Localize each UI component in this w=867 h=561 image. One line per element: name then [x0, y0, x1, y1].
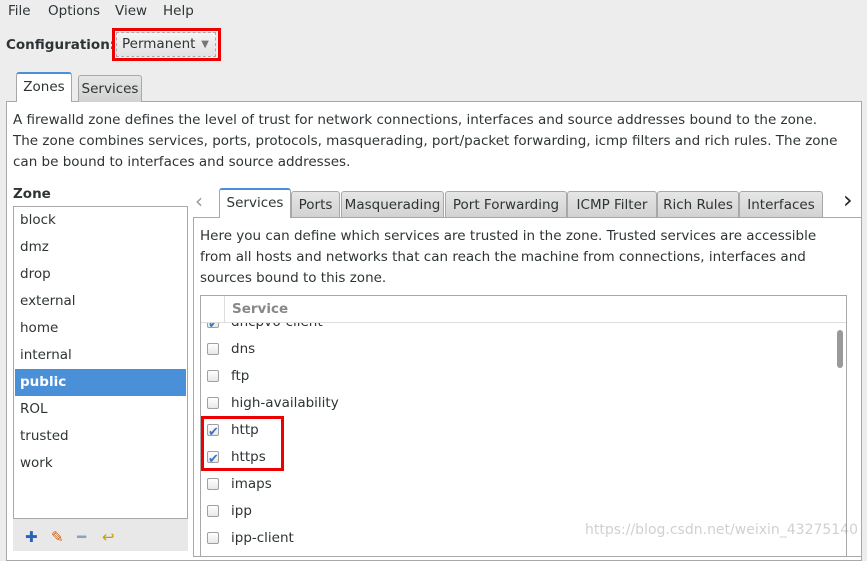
- service-name: ipp: [231, 503, 252, 519]
- zone-item-block[interactable]: block: [15, 207, 186, 234]
- menu-view[interactable]: View: [115, 3, 147, 19]
- tab-services[interactable]: Services: [78, 75, 142, 102]
- service-checkbox[interactable]: [207, 397, 219, 409]
- service-row[interactable]: ipp: [201, 498, 834, 525]
- zone-item-drop[interactable]: drop: [15, 261, 186, 288]
- service-row[interactable]: dhcpv6-client: [201, 323, 834, 338]
- tab-services[interactable]: Services: [219, 188, 291, 218]
- tab-interfaces[interactable]: Interfaces: [739, 191, 823, 217]
- edit-icon[interactable]: ✎: [51, 528, 64, 546]
- highlight-box: [112, 28, 221, 61]
- service-name: ftp: [231, 368, 250, 384]
- watermark: https://blog.csdn.net/weixin_43275140: [585, 522, 859, 538]
- service-row[interactable]: http: [201, 417, 834, 446]
- services-description: Here you can define which services are t…: [200, 228, 817, 286]
- service-name: imaps: [231, 476, 272, 492]
- service-checkbox[interactable]: [207, 478, 219, 490]
- zone-item-work[interactable]: work: [15, 450, 186, 477]
- tab-rich-rules[interactable]: Rich Rules: [657, 191, 739, 217]
- zone-label: Zone: [13, 186, 51, 202]
- service-row[interactable]: high-availability: [201, 390, 834, 417]
- service-column-header[interactable]: Service: [232, 301, 288, 317]
- menu-options[interactable]: Options: [48, 3, 100, 19]
- tab-port-forwarding[interactable]: Port Forwarding: [445, 191, 567, 217]
- services-table: Service dhcpv6-client dns ftp high-availabi…: [200, 295, 847, 557]
- zone-list: block dmz drop external home internal public RO…: [13, 206, 188, 519]
- zone-toolbar: [13, 519, 188, 551]
- zone-item-trusted[interactable]: trusted: [15, 423, 186, 450]
- zone-item-public[interactable]: public: [15, 369, 186, 396]
- chevron-left-icon[interactable]: ‹: [195, 189, 203, 213]
- tab-ports[interactable]: Ports: [291, 191, 340, 217]
- service-row[interactable]: https: [201, 444, 834, 473]
- add-icon[interactable]: ✚: [25, 528, 38, 546]
- service-checkbox[interactable]: [207, 370, 219, 382]
- zone-item-external[interactable]: external: [15, 288, 186, 315]
- remove-icon[interactable]: ━: [77, 528, 86, 546]
- service-checkbox[interactable]: [207, 323, 219, 338]
- menu-file[interactable]: File: [8, 3, 31, 19]
- service-row[interactable]: ftp: [201, 363, 834, 390]
- service-name: dhcpv6-client: [231, 323, 323, 336]
- scrollbar-thumb[interactable]: [837, 330, 843, 368]
- zone-item-dmz[interactable]: dmz: [15, 234, 186, 261]
- service-row[interactable]: imaps: [201, 471, 834, 498]
- service-checkbox[interactable]: [207, 532, 219, 544]
- menu-help[interactable]: Help: [163, 3, 194, 19]
- service-row[interactable]: dns: [201, 336, 834, 363]
- zone-description: A firewalld zone defines the level of tr…: [13, 112, 838, 170]
- tab-icmp-filter[interactable]: ICMP Filter: [567, 191, 657, 217]
- service-checkbox[interactable]: [207, 505, 219, 517]
- tab-masquerading[interactable]: Masquerading: [341, 191, 444, 217]
- configuration-label: Configuration:: [6, 37, 116, 53]
- zone-item-rol[interactable]: ROL: [15, 396, 186, 423]
- zone-item-internal[interactable]: internal: [15, 342, 186, 369]
- highlight-box: [201, 416, 284, 471]
- table-header: Service: [201, 296, 846, 323]
- service-checkbox[interactable]: [207, 343, 219, 355]
- tab-zones[interactable]: Zones: [16, 72, 72, 102]
- service-name: high-availability: [231, 395, 339, 411]
- chevron-right-icon[interactable]: ›: [843, 186, 853, 214]
- zone-item-home[interactable]: home: [15, 315, 186, 342]
- service-name: ipp-client: [231, 530, 294, 546]
- load-defaults-icon[interactable]: ↩: [102, 528, 115, 546]
- service-name: dns: [231, 341, 256, 357]
